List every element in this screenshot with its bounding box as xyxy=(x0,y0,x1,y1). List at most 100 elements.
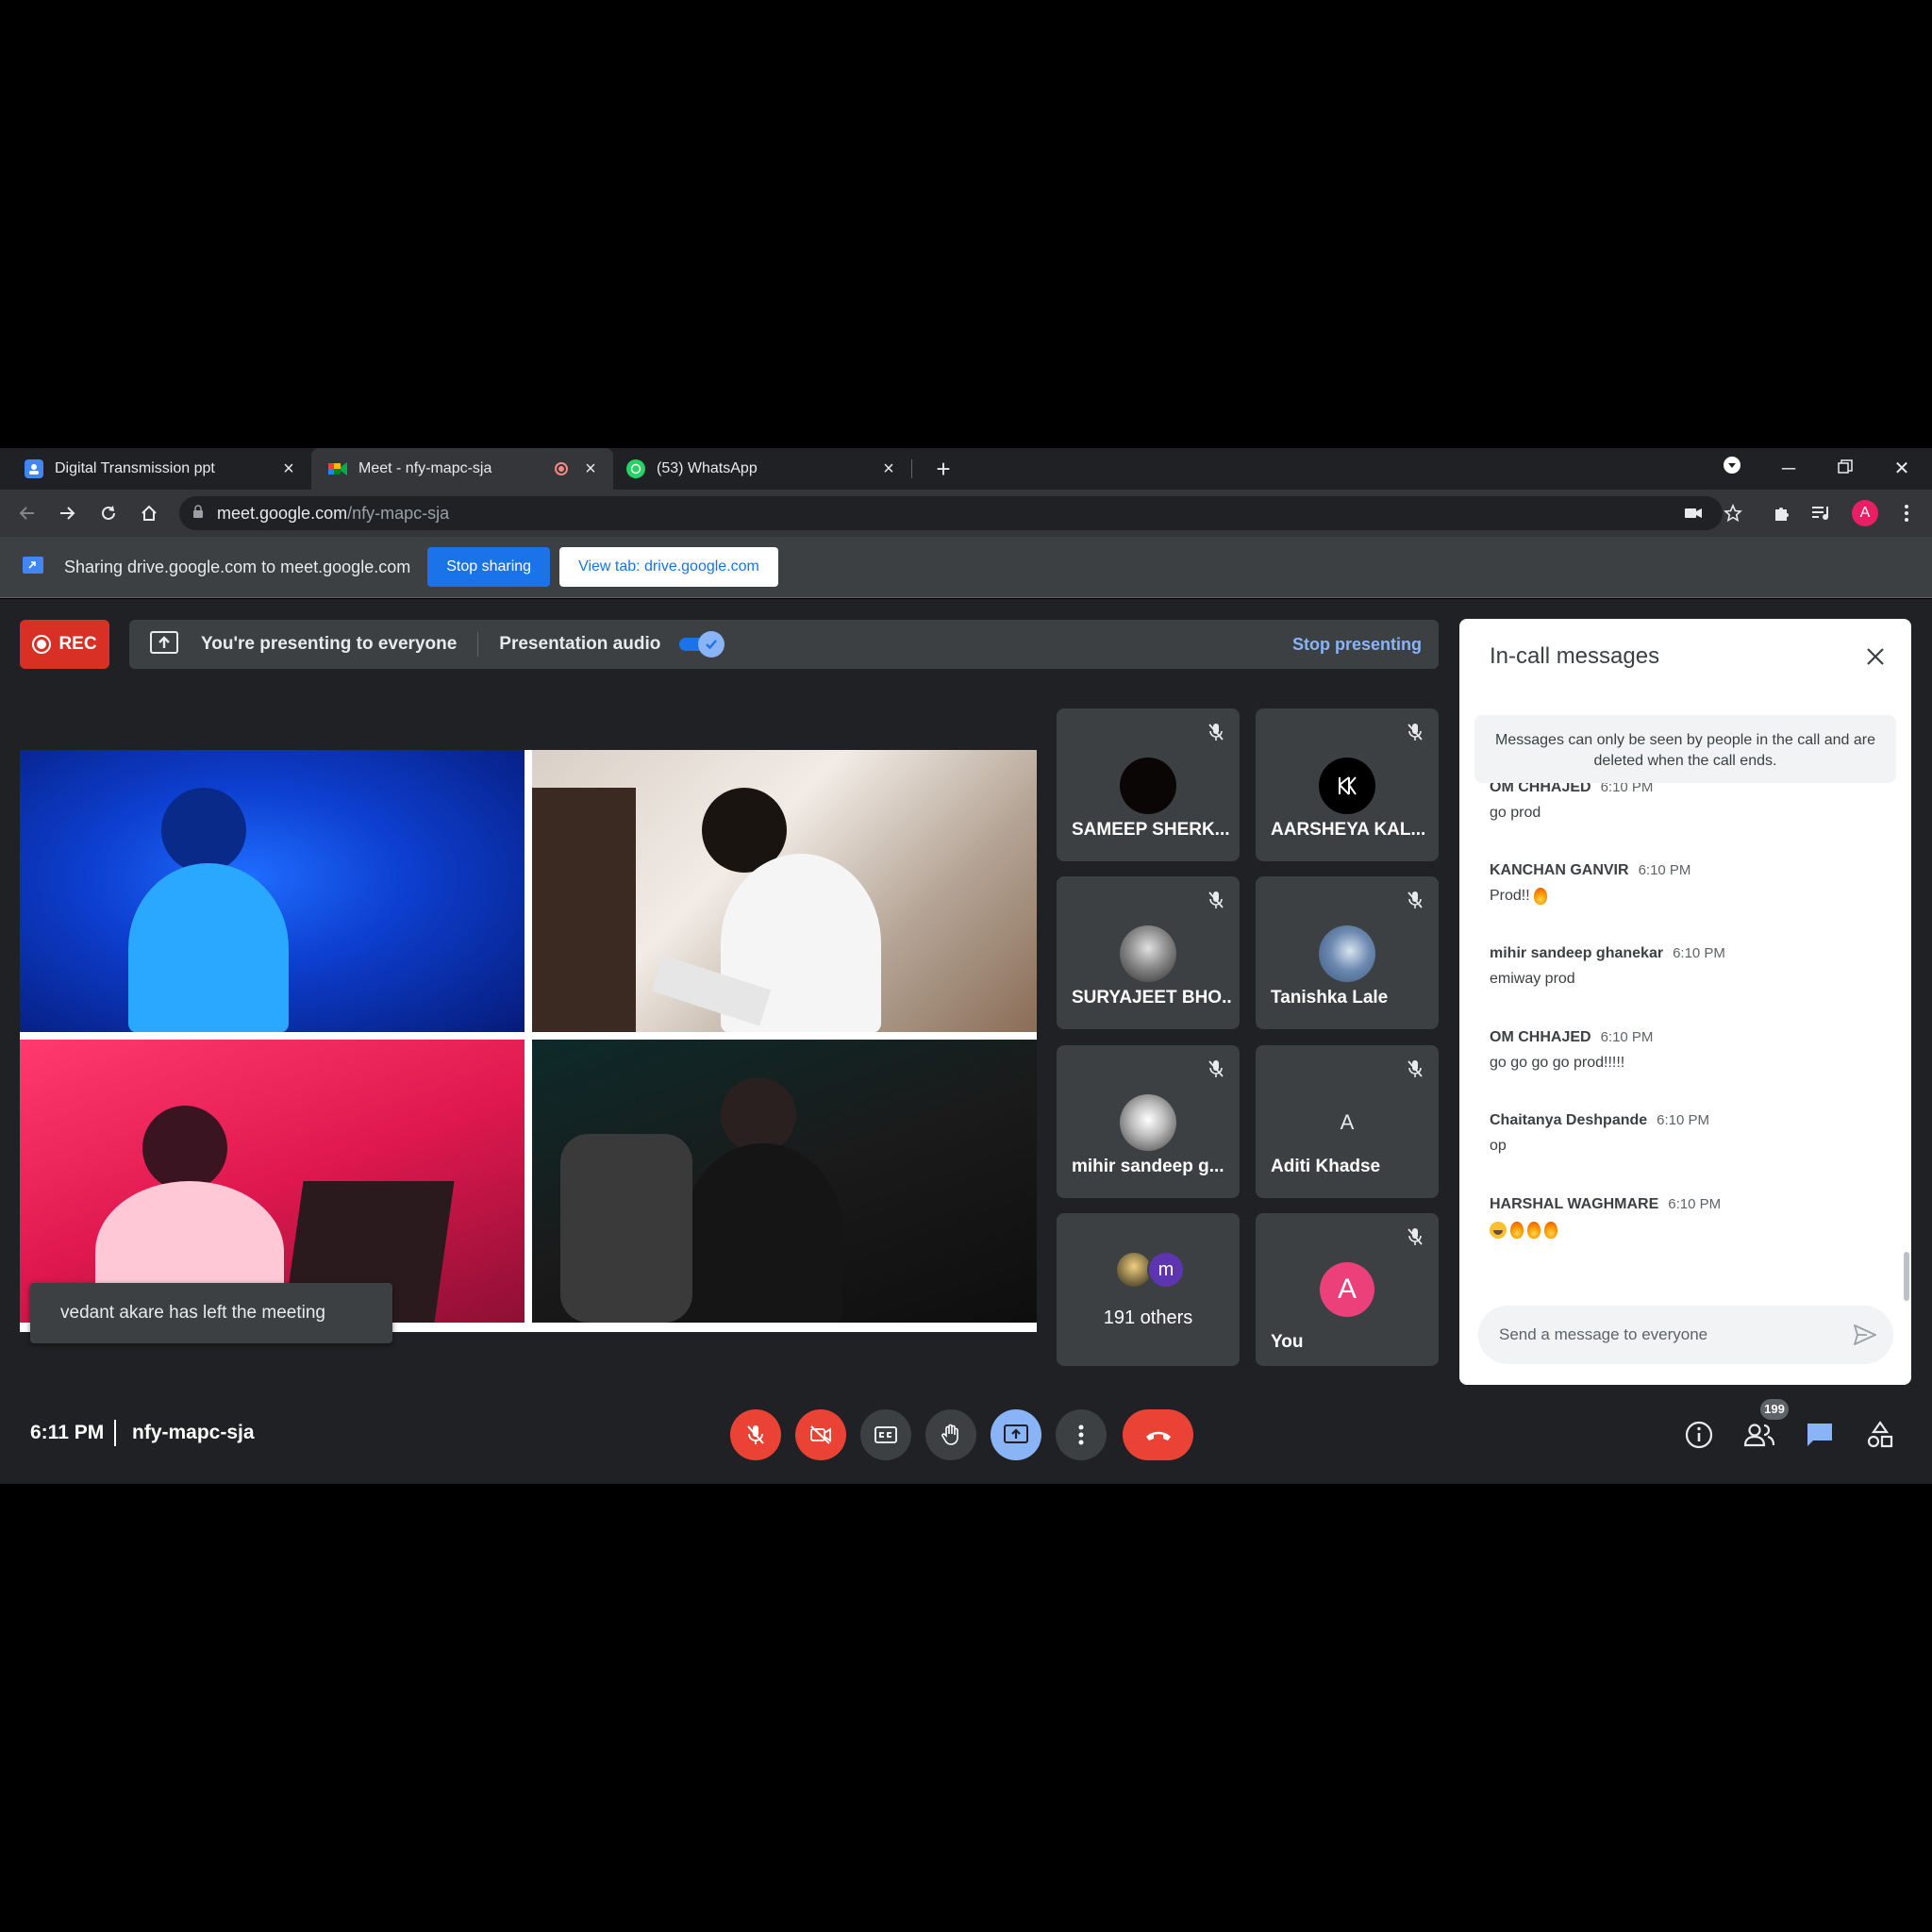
message-text: emiway prod xyxy=(1490,971,1575,987)
captions-button[interactable] xyxy=(860,1409,911,1460)
self-tile[interactable]: A You xyxy=(1256,1213,1439,1366)
person-head xyxy=(161,788,246,873)
view-tab-button[interactable]: View tab: drive.google.com xyxy=(559,547,778,587)
tab-digital-transmission[interactable]: Digital Transmission ppt × xyxy=(0,448,311,490)
sharing-infobar: Sharing drive.google.com to meet.google.… xyxy=(0,537,1932,598)
chat-icon[interactable] xyxy=(1801,1416,1839,1454)
message-sender: HARSHAL WAGHMARE xyxy=(1490,1196,1659,1212)
people-icon[interactable] xyxy=(1740,1416,1778,1454)
camera-off-button[interactable] xyxy=(795,1409,846,1460)
stop-sharing-button[interactable]: Stop sharing xyxy=(427,547,551,587)
others-tile[interactable]: m 191 others xyxy=(1057,1213,1240,1366)
message-sender: mihir sandeep ghanekar xyxy=(1490,945,1664,961)
participant-name: SURYAJEET BHO... xyxy=(1072,988,1232,1008)
avatar xyxy=(1120,758,1176,814)
close-tab-icon[interactable]: × xyxy=(279,459,298,478)
profile-avatar[interactable]: A xyxy=(1852,500,1878,526)
forward-icon[interactable] xyxy=(55,501,79,525)
extensions-icon[interactable] xyxy=(1770,501,1794,525)
send-icon[interactable] xyxy=(1852,1322,1878,1348)
lock-icon[interactable] xyxy=(192,504,204,523)
tab-title: Digital Transmission ppt xyxy=(55,460,215,476)
in-call-messages-panel: In-call messages Messages can only be se… xyxy=(1459,619,1911,1385)
slides-icon xyxy=(25,459,43,478)
mic-off-button[interactable] xyxy=(730,1409,781,1460)
person-body xyxy=(128,863,289,1032)
participant-name: You xyxy=(1271,1332,1304,1352)
participant-name: AARSHEYA KAL... xyxy=(1271,820,1426,840)
participant-tile[interactable]: A Aditi Khadse xyxy=(1256,1045,1439,1198)
present-screen-icon xyxy=(150,630,178,658)
raise-hand-button[interactable] xyxy=(925,1409,976,1460)
message-text: go go go go prod!!!!! xyxy=(1490,1055,1625,1071)
tab-search-button[interactable] xyxy=(1719,456,1745,482)
tab-whatsapp[interactable]: (53) WhatsApp × xyxy=(613,448,911,490)
presentation-video-frame xyxy=(20,750,525,1032)
tab-title: (53) WhatsApp xyxy=(657,460,758,476)
chat-input-box[interactable] xyxy=(1478,1306,1893,1364)
fire-emoji-icon xyxy=(1527,1222,1541,1239)
presentation-video-frame xyxy=(532,1040,1037,1323)
participant-tile[interactable]: Tanishka Lale xyxy=(1256,876,1439,1029)
close-tab-icon[interactable]: × xyxy=(879,459,898,478)
stop-presenting-button[interactable]: Stop presenting xyxy=(1292,620,1422,669)
presentation-audio-toggle[interactable] xyxy=(679,631,725,658)
message-input[interactable] xyxy=(1497,1324,1827,1345)
activities-icon[interactable] xyxy=(1861,1416,1899,1454)
divider xyxy=(114,1420,116,1446)
home-icon[interactable] xyxy=(137,501,161,525)
participant-tile[interactable]: SAMEEP SHERK... xyxy=(1057,708,1240,861)
message-text: go prod xyxy=(1490,805,1541,821)
mic-off-icon xyxy=(1403,1224,1427,1249)
message-sender: OM CHHAJED xyxy=(1490,1029,1591,1045)
restore-icon[interactable] xyxy=(1832,456,1858,482)
message-sender: OM CHHAJED xyxy=(1490,783,1591,795)
close-icon[interactable] xyxy=(1860,641,1890,672)
divider xyxy=(477,632,479,657)
screen-share-icon xyxy=(23,556,43,578)
browser-menu-icon[interactable] xyxy=(1894,501,1919,525)
fire-emoji-icon xyxy=(1510,1222,1524,1239)
close-window-icon[interactable]: ✕ xyxy=(1889,456,1915,482)
back-icon[interactable] xyxy=(15,501,40,525)
chat-message: HARSHAL WAGHMARE 6:10 PM xyxy=(1490,1196,1721,1239)
chat-message: Chaitanya Deshpande 6:10 PM op xyxy=(1490,1112,1709,1155)
close-tab-icon[interactable]: × xyxy=(581,459,600,478)
presentation-video-frame xyxy=(20,1040,525,1323)
participant-tile[interactable]: mihir sandeep g... xyxy=(1057,1045,1240,1198)
message-time: 6:10 PM xyxy=(1600,783,1654,795)
chat-scrollbar[interactable] xyxy=(1904,1252,1909,1301)
participant-name: Aditi Khadse xyxy=(1271,1157,1381,1176)
mic-off-icon xyxy=(1403,888,1427,912)
reload-icon[interactable] xyxy=(96,501,121,525)
avatar xyxy=(1319,758,1375,814)
recording-indicator-icon xyxy=(555,462,568,475)
media-controls-icon[interactable] xyxy=(1809,501,1834,525)
more-options-button[interactable] xyxy=(1056,1409,1107,1460)
participant-tile[interactable]: SURYAJEET BHO... xyxy=(1057,876,1240,1029)
camera-in-use-icon[interactable] xyxy=(1681,501,1706,525)
present-now-button[interactable] xyxy=(991,1409,1041,1460)
cushion xyxy=(560,1134,692,1323)
participant-name: Tanishka Lale xyxy=(1271,988,1389,1008)
participant-tile[interactable]: AARSHEYA KAL... xyxy=(1256,708,1439,861)
new-tab-button[interactable]: + xyxy=(930,456,957,482)
person-head xyxy=(142,1106,227,1191)
person-body xyxy=(683,1143,843,1323)
meeting-details-icon[interactable] xyxy=(1680,1416,1718,1454)
tab-meet[interactable]: Meet - nfy-mapc-sja × xyxy=(311,448,613,490)
message-list[interactable]: OM CHHAJED 6:10 PM go prod KANCHAN GANVIR… xyxy=(1459,783,1911,1291)
participant-name: SAMEEP SHERK... xyxy=(1072,820,1230,840)
leave-call-button[interactable] xyxy=(1123,1409,1193,1460)
panel-title: In-call messages xyxy=(1490,643,1660,669)
presentation-audio-label: Presentation audio xyxy=(499,634,661,654)
person-head xyxy=(721,1077,796,1153)
laughing-emoji-icon xyxy=(1490,1222,1507,1239)
address-bar[interactable]: meet.google.com/nfy-mapc-sja xyxy=(179,496,1723,530)
bookmark-star-icon[interactable] xyxy=(1721,501,1745,525)
tab-title: Meet - nfy-mapc-sja xyxy=(358,460,492,476)
others-count: 191 others xyxy=(1103,1307,1193,1328)
avatar xyxy=(1120,1094,1176,1151)
minimize-icon[interactable]: ─ xyxy=(1775,456,1802,482)
recording-badge[interactable]: REC xyxy=(20,620,109,669)
